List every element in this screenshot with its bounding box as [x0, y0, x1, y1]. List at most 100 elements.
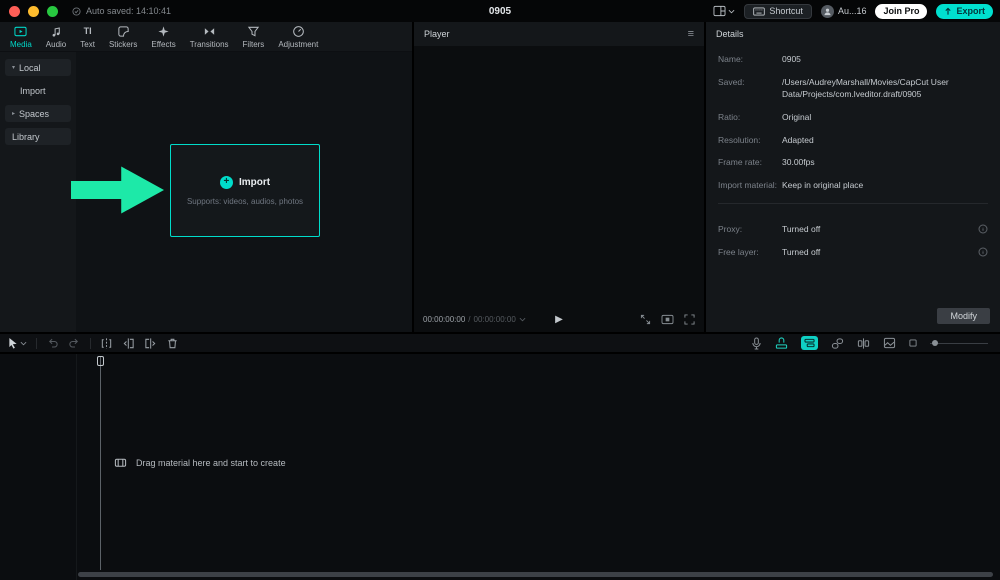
sidebar-item-local[interactable]: ▾ Local [5, 59, 71, 76]
detail-value: Adapted [782, 135, 814, 147]
playhead-line [100, 357, 101, 570]
preview-axis-toggle[interactable] [857, 337, 870, 350]
redo-button[interactable] [68, 337, 81, 350]
play-button[interactable]: ▶ [555, 314, 563, 325]
info-icon[interactable] [978, 247, 988, 259]
export-button[interactable]: Export [936, 4, 993, 19]
detail-value: Original [782, 112, 811, 124]
detail-label: Frame rate: [718, 157, 782, 169]
tab-filters[interactable]: Filters [236, 25, 272, 49]
delete-right-button[interactable] [144, 337, 157, 350]
tab-media[interactable]: Media [3, 25, 39, 49]
duration-chevron-icon[interactable] [519, 317, 526, 322]
modify-button[interactable]: Modify [937, 308, 990, 324]
sidebar-item-import[interactable]: Import [5, 82, 71, 99]
import-title: Import [239, 177, 270, 188]
detail-value: 30.00fps [782, 157, 815, 169]
select-tool-button[interactable] [8, 337, 27, 349]
keyboard-icon [753, 7, 765, 16]
sidebar-item-label: Import [20, 86, 46, 96]
timeline-tools-right [751, 336, 992, 350]
audio-icon [50, 25, 63, 38]
details-panel: Details Name: 0905 Saved: /Users/AudreyM… [706, 22, 1000, 332]
join-pro-button[interactable]: Join Pro [875, 4, 927, 19]
total-time: 00:00:00:00 [474, 315, 516, 324]
tab-transitions[interactable]: Transitions [183, 25, 236, 49]
details-title: Details [716, 29, 744, 39]
sidebar-item-library[interactable]: Library [5, 128, 71, 145]
tab-label: Adjustment [278, 40, 318, 49]
account-button[interactable]: Au...16 [821, 5, 867, 18]
import-dropzone[interactable]: + Import Supports: videos, audios, photo… [170, 144, 320, 237]
detail-label: Ratio: [718, 112, 782, 124]
media-body: ▾ Local Import ▸ Spaces Library [0, 52, 412, 332]
zoom-window-button[interactable] [47, 6, 58, 17]
account-label: Au...16 [838, 6, 867, 16]
shortcut-button[interactable]: Shortcut [744, 4, 812, 19]
timeline-toolbar [0, 334, 1000, 352]
timeline-area[interactable]: Drag material here and start to create [0, 354, 1000, 580]
join-pro-label: Join Pro [883, 6, 919, 16]
toolbar-divider [36, 338, 37, 349]
sidebar-item-spaces[interactable]: ▸ Spaces [5, 105, 71, 122]
main-area: Media Audio TI Text Stickers [0, 22, 1000, 332]
detail-value: Turned off [782, 247, 820, 259]
auto-snap-toggle[interactable] [801, 336, 818, 350]
sticker-icon [117, 25, 130, 38]
detail-value: 0905 [782, 54, 801, 66]
tab-audio[interactable]: Audio [39, 25, 73, 49]
tab-label: Audio [46, 40, 66, 49]
detail-label: Free layer: [718, 247, 782, 259]
split-button[interactable] [100, 337, 113, 350]
record-voiceover-button[interactable] [751, 337, 762, 350]
sidebar-item-label: Spaces [19, 109, 49, 119]
undo-button[interactable] [46, 337, 59, 350]
timeline-horizontal-scrollbar[interactable] [78, 572, 993, 577]
autosave-check-icon [72, 7, 81, 16]
layout-switcher-button[interactable] [713, 5, 735, 17]
cover-toggle[interactable] [883, 337, 896, 349]
tab-label: Media [10, 40, 32, 49]
import-row: + Import [220, 176, 270, 189]
transitions-icon [203, 25, 216, 38]
player-canvas: 00:00:00:00 / 00:00:00:00 ▶ [414, 46, 704, 332]
ratio-icon[interactable] [661, 314, 674, 325]
tab-label: Transitions [190, 40, 229, 49]
detail-label: Saved: [718, 77, 782, 101]
effects-icon [157, 25, 170, 38]
timeline-hint-label: Drag material here and start to create [136, 458, 286, 468]
fullscreen-icon[interactable] [684, 314, 695, 325]
fit-icon[interactable] [640, 314, 651, 325]
close-window-button[interactable] [9, 6, 20, 17]
tab-text[interactable]: TI Text [73, 25, 102, 49]
toolbar-divider [90, 338, 91, 349]
playhead-handle[interactable] [97, 356, 104, 366]
triangle-right-icon: ▸ [12, 110, 15, 117]
zoom-out-icon[interactable] [909, 339, 917, 347]
project-title: 0905 [489, 6, 511, 17]
timeline-zoom-slider[interactable] [930, 343, 988, 344]
link-toggle[interactable] [831, 337, 844, 350]
tab-label: Text [80, 40, 95, 49]
info-icon[interactable] [978, 224, 988, 236]
triangle-down-icon: ▾ [12, 64, 15, 71]
import-subtitle: Supports: videos, audios, photos [187, 197, 303, 206]
tab-adjustment[interactable]: Adjustment [271, 25, 325, 49]
media-content: + Import Supports: videos, audios, photo… [76, 52, 412, 332]
tab-stickers[interactable]: Stickers [102, 25, 144, 49]
delete-left-button[interactable] [122, 337, 135, 350]
player-menu-icon[interactable]: ≡ [688, 28, 694, 40]
tab-effects[interactable]: Effects [144, 25, 182, 49]
tab-label: Effects [151, 40, 175, 49]
minimize-window-button[interactable] [28, 6, 39, 17]
titlebar-actions: Shortcut Au...16 Join Pro Export [713, 4, 1000, 19]
delete-button[interactable] [166, 337, 179, 350]
sidebar-item-label: Library [12, 132, 40, 142]
slider-knob[interactable] [932, 340, 938, 346]
main-track-magnet-toggle[interactable] [775, 337, 788, 350]
annotation-arrow [71, 162, 164, 218]
tab-label: Stickers [109, 40, 137, 49]
detail-label: Resolution: [718, 135, 782, 147]
detail-value: Turned off [782, 224, 820, 236]
detail-row-framerate: Frame rate: 30.00fps [718, 157, 988, 169]
